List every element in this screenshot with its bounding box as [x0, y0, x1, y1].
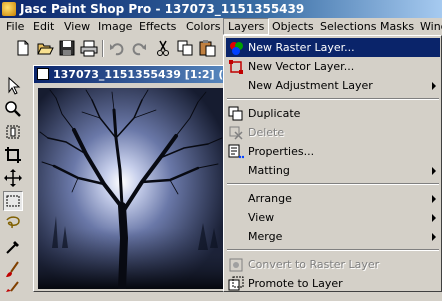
promote-layer-icon: [228, 276, 244, 292]
menu-layers[interactable]: Layers: [223, 18, 270, 35]
vector-layer-icon: [228, 59, 244, 75]
menu-colors[interactable]: Colors: [182, 18, 224, 35]
selection-tool-icon[interactable]: [3, 191, 23, 211]
cut-icon[interactable]: [154, 39, 172, 57]
save-icon[interactable]: [58, 39, 76, 57]
redo-icon[interactable]: [130, 39, 148, 57]
menu-file[interactable]: File: [2, 18, 28, 35]
submenu-arrow-icon: [432, 167, 436, 175]
title-bar: Jasc Paint Shop Pro - 137073_1151355439: [0, 0, 442, 18]
submenu-arrow-icon: [432, 233, 436, 241]
tree-photo: [38, 88, 224, 289]
menu-item-delete[interactable]: Delete: [226, 123, 440, 142]
menu-selections[interactable]: Selections: [316, 18, 380, 35]
submenu-arrow-icon: [432, 214, 436, 222]
convert-raster-icon: [228, 257, 244, 273]
raster-layer-icon: [228, 40, 244, 56]
menu-separator: [227, 249, 439, 251]
menu-item-duplicate[interactable]: Duplicate: [226, 104, 440, 123]
layers-menu: New Raster Layer... New Vector Layer... …: [223, 35, 442, 292]
paint-brush-icon[interactable]: [3, 260, 23, 280]
new-icon[interactable]: [14, 39, 32, 57]
menu-item-matting[interactable]: Matting: [226, 161, 440, 180]
menu-item-properties[interactable]: Properties...: [226, 142, 440, 161]
clone-brush-icon[interactable]: [3, 281, 23, 301]
menu-item-view[interactable]: View: [226, 208, 440, 227]
menu-item-convert-to-raster[interactable]: Convert to Raster Layer: [226, 255, 440, 274]
document-title: 137073_1151355439 [1:2] (Ba: [53, 68, 232, 81]
menu-view[interactable]: View: [60, 18, 94, 35]
paste-icon[interactable]: [198, 39, 216, 57]
image-canvas[interactable]: [38, 88, 224, 289]
properties-icon: [228, 144, 245, 160]
copy-icon[interactable]: [176, 39, 194, 57]
arrow-tool-icon[interactable]: [3, 76, 23, 96]
menu-edit[interactable]: Edit: [29, 18, 58, 35]
menu-bar: File Edit View Image Effects Colors Laye…: [0, 18, 442, 35]
standard-toolbar: [0, 35, 230, 61]
dropper-tool-icon[interactable]: [3, 237, 23, 257]
menu-separator: [227, 183, 439, 185]
menu-item-new-raster-layer[interactable]: New Raster Layer...: [226, 38, 440, 57]
zoom-tool-icon[interactable]: [3, 99, 23, 119]
submenu-arrow-icon: [432, 82, 436, 90]
menu-masks[interactable]: Masks: [376, 18, 418, 35]
submenu-arrow-icon: [432, 195, 436, 203]
delete-icon: [228, 125, 244, 141]
freehand-selection-icon[interactable]: [3, 214, 23, 234]
menu-objects[interactable]: Objects: [268, 18, 318, 35]
menu-item-new-adjustment-layer[interactable]: New Adjustment Layer: [226, 76, 440, 95]
app-icon[interactable]: [2, 2, 16, 16]
document-caption[interactable]: 137073_1151355439 [1:2] (Ba: [34, 66, 232, 83]
menu-separator: [227, 98, 439, 100]
crop-tool-icon[interactable]: [3, 145, 23, 165]
deform-tool-icon[interactable]: [3, 122, 23, 142]
document-icon: [37, 68, 49, 80]
open-icon[interactable]: [36, 39, 54, 57]
duplicate-icon: [228, 106, 244, 122]
menu-effects[interactable]: Effects: [135, 18, 180, 35]
menu-item-merge[interactable]: Merge: [226, 227, 440, 246]
undo-icon[interactable]: [108, 39, 126, 57]
print-icon[interactable]: [80, 39, 98, 57]
mover-tool-icon[interactable]: [3, 168, 23, 188]
menu-item-promote-to-layer[interactable]: Promote to Layer: [226, 274, 440, 293]
menu-item-arrange[interactable]: Arrange: [226, 189, 440, 208]
window-title: Jasc Paint Shop Pro - 137073_1151355439: [20, 2, 305, 16]
menu-window[interactable]: Wind: [416, 18, 442, 35]
menu-image[interactable]: Image: [94, 18, 136, 35]
toolbar-separator: [102, 40, 104, 57]
image-document-window[interactable]: 137073_1151355439 [1:2] (Ba: [33, 65, 233, 292]
menu-item-new-vector-layer[interactable]: New Vector Layer...: [226, 57, 440, 76]
tool-palette: [0, 62, 28, 292]
